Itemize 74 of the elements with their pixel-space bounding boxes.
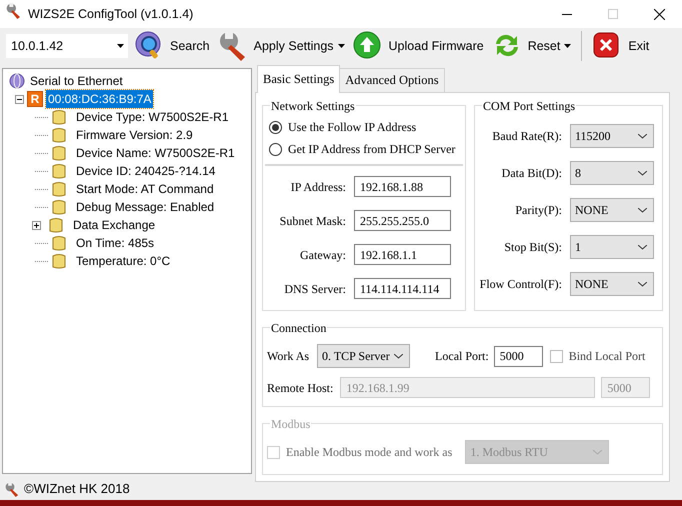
- field-label: Stop Bit(S):: [504, 239, 562, 256]
- caret-icon: [117, 44, 124, 48]
- field-label: Parity(P):: [515, 202, 562, 219]
- tree-item[interactable]: Firmware Version: 2.9: [74, 126, 195, 144]
- input-field[interactable]: 5000: [494, 346, 543, 366]
- folder-icon: [51, 163, 67, 179]
- input-field[interactable]: 114.114.114.114: [354, 278, 451, 299]
- exit-button[interactable]: Exit: [590, 30, 652, 62]
- folder-icon: [51, 235, 67, 251]
- input-field[interactable]: 192.168.1.1: [354, 244, 451, 265]
- input-field[interactable]: 192.168.1.88: [354, 176, 451, 197]
- dropdown[interactable]: NONE: [570, 272, 654, 296]
- field-label: Subnet Mask:: [280, 212, 346, 230]
- dropdown[interactable]: 115200: [570, 124, 654, 148]
- input-field[interactable]: 255.255.255.0: [354, 210, 451, 231]
- field-label: Flow Control(F):: [480, 276, 562, 293]
- field-label: Data Bit(D):: [502, 165, 562, 182]
- chevron-down-icon: [638, 282, 647, 286]
- radio-label[interactable]: Get IP Address from DHCP Server: [288, 140, 456, 158]
- window-title: WIZS2E ConfigTool (v1.0.1.4): [28, 6, 194, 23]
- tree-item[interactable]: Device ID: 240425-?14.14: [74, 162, 218, 180]
- dropdown[interactable]: NONE: [570, 198, 654, 222]
- folder-icon: [51, 109, 67, 125]
- field-label: Work As: [267, 348, 310, 365]
- checkbox-label[interactable]: Bind Local Port: [568, 347, 646, 365]
- wrench-icon: [218, 31, 246, 61]
- tree-item[interactable]: Device Name: W7500S2E-R1: [74, 144, 237, 162]
- search-button[interactable]: Search: [132, 30, 212, 62]
- tree-item[interactable]: Data Exchange: [71, 216, 158, 234]
- folder-icon: [51, 199, 67, 215]
- upload-button[interactable]: Upload Firmware: [350, 30, 486, 62]
- chevron-down-icon: [638, 244, 647, 250]
- globe-icon: [9, 73, 25, 89]
- tree-item[interactable]: Temperature: 0°C: [74, 252, 172, 270]
- chevron-down-icon: [394, 354, 404, 358]
- apply-button[interactable]: Apply Settings: [216, 30, 347, 62]
- tree-item[interactable]: Device Type: W7500S2E-R1: [74, 108, 231, 126]
- folder-icon: [51, 181, 67, 197]
- chevron-down-icon: [638, 134, 647, 138]
- chevron-down-icon: [638, 208, 647, 212]
- dropdown[interactable]: 0. TCP Server: [317, 344, 410, 368]
- reset-button[interactable]: Reset: [490, 30, 574, 62]
- tab[interactable]: Basic Settings: [257, 65, 340, 93]
- tree-item[interactable]: Start Mode: AT Command: [74, 180, 216, 198]
- field-label: IP Address:: [290, 178, 346, 196]
- field-label: Baud Rate(R):: [492, 128, 562, 145]
- folder-icon: [51, 253, 67, 269]
- radio-button[interactable]: [269, 120, 282, 134]
- checkbox[interactable]: [550, 350, 563, 362]
- chevron-down-icon: [638, 170, 647, 176]
- dropdown[interactable]: 1: [570, 235, 654, 259]
- dropdown[interactable]: 8: [570, 161, 654, 185]
- device-badge: R: [27, 91, 43, 107]
- field-label: Gateway:: [300, 246, 346, 264]
- tree-root-label[interactable]: Serial to Ethernet: [28, 72, 125, 90]
- close-icon[interactable]: [654, 8, 664, 20]
- wrench-icon: [6, 3, 22, 20]
- folder-icon: [51, 145, 67, 161]
- field-label: Remote Host:: [267, 380, 334, 396]
- tree-item[interactable]: On Time: 485s: [74, 234, 156, 252]
- search-icon: [134, 31, 162, 61]
- wrench-icon: [5, 482, 20, 496]
- folder-icon: [48, 217, 64, 233]
- radio-label[interactable]: Use the Follow IP Address: [288, 118, 416, 136]
- device-tree-item[interactable]: 00:08:DC:36:B9:7A: [46, 90, 154, 108]
- status-text: ©WIZnet HK 2018: [24, 480, 130, 498]
- radio-button[interactable]: [269, 142, 282, 156]
- address-dropdown[interactable]: 10.0.1.42: [6, 34, 128, 58]
- field-label: DNS Server:: [284, 280, 346, 298]
- folder-icon: [51, 127, 67, 143]
- field-label: Local Port:: [435, 348, 489, 365]
- tab[interactable]: Advanced Options: [339, 68, 445, 92]
- chevron-down-icon: [593, 450, 602, 454]
- tree-item[interactable]: Debug Message: Enabled: [74, 198, 216, 216]
